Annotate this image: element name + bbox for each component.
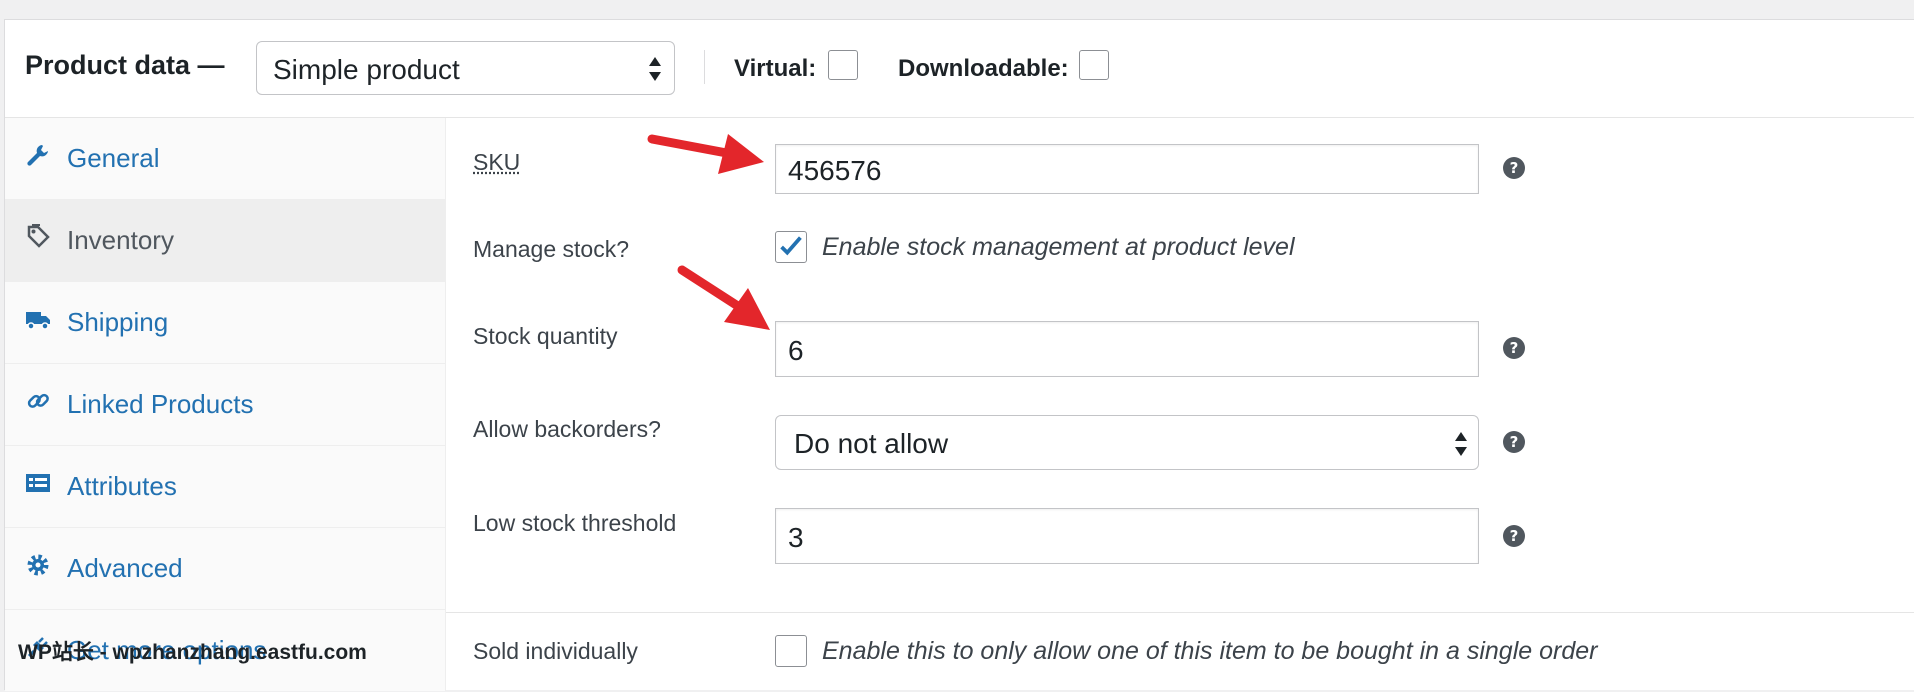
tab-linked-products-label: Linked Products — [67, 389, 254, 419]
manage-stock-label: Manage stock? — [473, 236, 629, 262]
help-icon: ? — [1503, 525, 1525, 547]
tab-attributes-label: Attributes — [67, 471, 177, 501]
product-type-value: Simple product — [273, 54, 460, 85]
help-icon: ? — [1503, 157, 1525, 179]
sold-individually-description: Enable this to only allow one of this it… — [822, 637, 1598, 665]
tab-shipping[interactable]: Shipping — [5, 282, 445, 364]
tab-inventory-label: Inventory — [67, 225, 174, 255]
tab-advanced-label: Advanced — [67, 553, 183, 583]
select-arrows-icon — [649, 57, 661, 81]
panel-header: Product data — Simple product Virtual: D… — [5, 20, 1914, 118]
product-data-tabs: General Inventory Shipping Linked Produc… — [5, 118, 446, 691]
tab-linked-products[interactable]: Linked Products — [5, 364, 445, 446]
backorders-label: Allow backorders? — [473, 416, 661, 442]
backorders-value: Do not allow — [794, 428, 949, 459]
downloadable-checkbox[interactable] — [1079, 50, 1109, 80]
link-icon — [27, 393, 49, 408]
select-arrows-icon — [1455, 432, 1467, 456]
virtual-label: Virtual: — [734, 55, 817, 82]
sku-input[interactable]: 456576 — [775, 144, 1479, 194]
panel-title: Product data — — [25, 50, 225, 80]
svg-text:?: ? — [1510, 433, 1519, 451]
stock-quantity-label: Stock quantity — [473, 323, 618, 349]
sku-label: SKU — [473, 149, 521, 175]
tab-general[interactable]: General — [5, 118, 445, 200]
svg-text:?: ? — [1510, 527, 1519, 545]
sold-individually-label: Sold individually — [473, 638, 638, 664]
tab-attributes[interactable]: Attributes — [5, 446, 445, 528]
low-stock-value: 3 — [788, 522, 804, 553]
stock-quantity-input[interactable]: 6 — [775, 321, 1479, 377]
low-stock-label: Low stock threshold — [473, 510, 677, 536]
sku-value: 456576 — [788, 155, 882, 186]
tags-icon — [27, 224, 50, 248]
downloadable-label: Downloadable: — [898, 55, 1069, 82]
manage-stock-description: Enable stock management at product level — [822, 233, 1295, 261]
stock-quantity-value: 6 — [788, 335, 804, 366]
low-stock-input[interactable]: 3 — [775, 508, 1479, 564]
svg-text:?: ? — [1510, 159, 1519, 177]
annotation-arrow-icon — [677, 265, 770, 330]
help-icon: ? — [1503, 337, 1525, 359]
tab-inventory[interactable]: Inventory — [5, 200, 445, 282]
section-divider — [446, 612, 1914, 613]
tab-general-label: General — [67, 143, 160, 173]
tab-advanced[interactable]: Advanced — [5, 528, 445, 610]
svg-text:?: ? — [1510, 339, 1519, 357]
product-type-select[interactable]: Simple product — [256, 41, 675, 95]
inventory-panel: SKU 456576 ? Manage stock? Enable stock … — [446, 118, 1914, 690]
backorders-select[interactable]: Do not allow — [775, 415, 1479, 470]
product-data-panel: Product data — Simple product Virtual: D… — [4, 19, 1914, 691]
truck-icon — [26, 312, 50, 330]
annotation-arrow-icon — [647, 134, 764, 174]
wrench-icon — [27, 145, 48, 166]
tab-shipping-label: Shipping — [67, 307, 169, 337]
virtual-checkbox[interactable] — [828, 50, 858, 80]
help-icon: ? — [1503, 431, 1525, 453]
list-icon — [26, 474, 50, 492]
header-separator — [704, 50, 705, 84]
sold-individually-checkbox[interactable] — [775, 635, 807, 667]
gear-icon — [27, 554, 49, 576]
watermark: WP站长 - wpzhanzhang.eastfu.com — [18, 641, 367, 664]
